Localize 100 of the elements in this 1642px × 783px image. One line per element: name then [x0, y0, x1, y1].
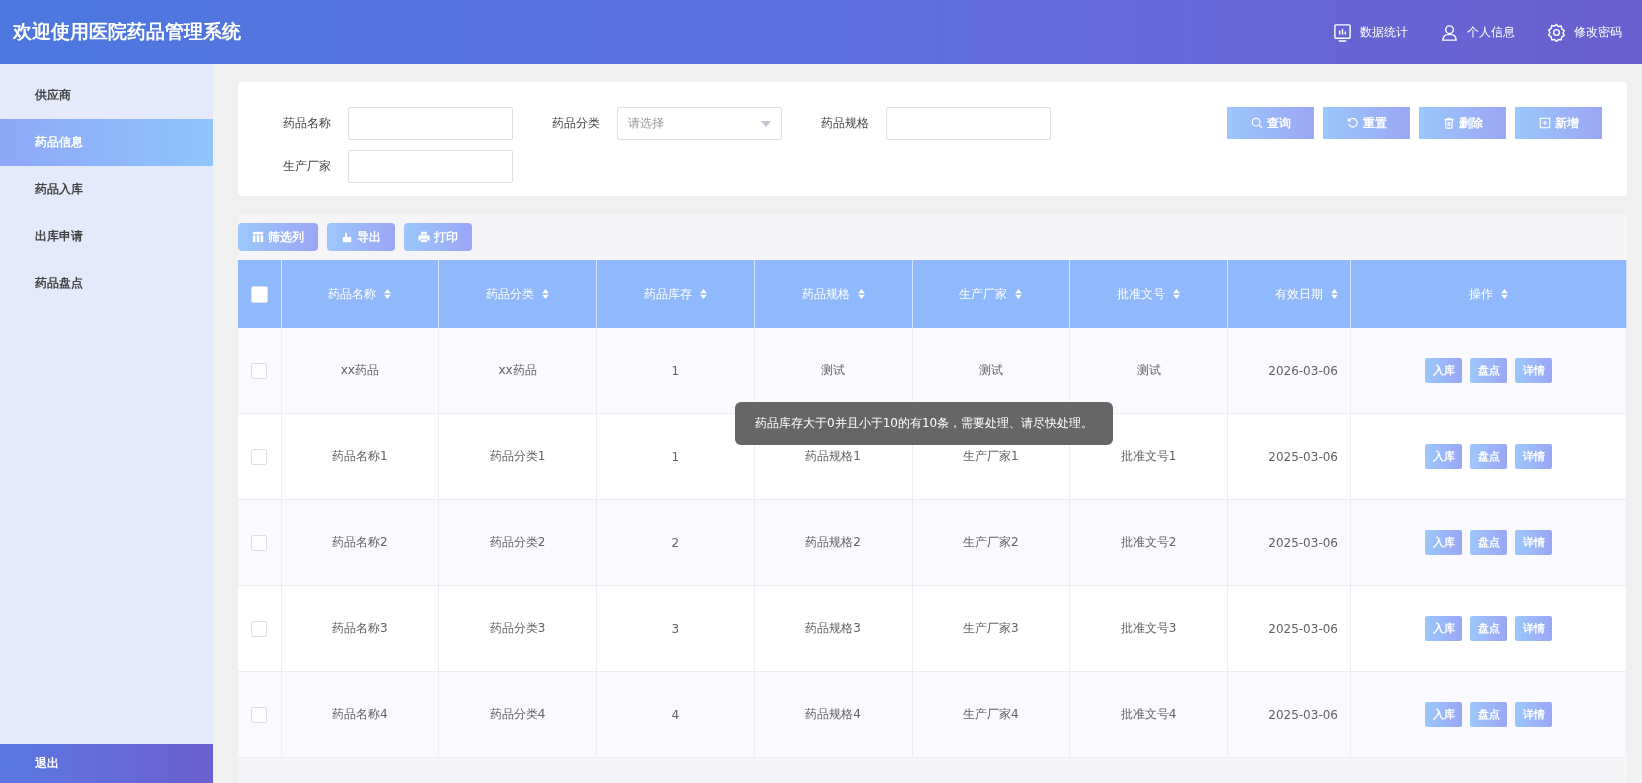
row-checkbox[interactable] — [251, 362, 268, 379]
table-cell: 2 — [671, 535, 680, 550]
logout-button[interactable]: 退出 — [0, 744, 213, 783]
input-field[interactable] — [886, 107, 1051, 140]
table-cell: 批准文号1 — [1120, 449, 1177, 463]
hand-icon — [341, 231, 353, 243]
row-action-button[interactable]: 详情 — [1515, 616, 1552, 641]
field-label: 药品规格 — [821, 115, 870, 132]
sidebar-item[interactable]: 供应商 — [0, 72, 213, 119]
table-cell: 药品分类1 — [489, 449, 546, 463]
table-cell: 1 — [671, 449, 680, 464]
column-header[interactable]: 生产厂家 — [912, 260, 1070, 328]
table-cell: 1 — [671, 363, 680, 378]
table-cell: 3 — [671, 621, 680, 636]
row-action-button[interactable]: 盘点 — [1470, 444, 1507, 469]
row-action-button[interactable]: 详情 — [1515, 702, 1552, 727]
field-label: 药品分类 — [552, 115, 601, 132]
table-cell: 药品名称3 — [332, 621, 388, 635]
table-cell: 药品名称2 — [332, 535, 388, 549]
printer-icon — [418, 231, 430, 243]
search-panel-button[interactable]: 新增 — [1515, 107, 1602, 139]
sort-icon — [1331, 289, 1338, 299]
nav-link[interactable]: 修改密码 — [1547, 22, 1622, 42]
table-cell: 测试 — [821, 363, 846, 377]
row-checkbox[interactable] — [251, 620, 268, 637]
column-header[interactable]: 批准文号 — [1069, 260, 1228, 328]
add-icon — [1538, 117, 1551, 129]
toast-message: 药品库存大于0并且小于10的有10条，需要处理、请尽快处理。 — [735, 402, 1114, 445]
nav-link[interactable]: 数据统计 — [1333, 22, 1408, 42]
refresh-icon — [1346, 117, 1359, 129]
row-action-button[interactable]: 盘点 — [1470, 702, 1507, 727]
sort-icon — [857, 289, 865, 299]
chart-icon — [1333, 22, 1352, 42]
row-action-button[interactable]: 入库 — [1425, 530, 1462, 555]
table-cell: 药品规格4 — [805, 707, 861, 721]
select-all-checkbox[interactable] — [250, 285, 268, 303]
row-checkbox[interactable] — [251, 448, 268, 465]
row-checkbox[interactable] — [251, 534, 268, 551]
field-label: 药品名称 — [283, 115, 332, 132]
table-cell: 批准文号4 — [1120, 707, 1177, 721]
row-action-button[interactable]: 详情 — [1515, 530, 1552, 555]
table-cell: 药品分类4 — [489, 707, 546, 721]
toolbar-button[interactable]: 打印 — [404, 223, 472, 251]
search-panel-button[interactable]: 查询 — [1227, 107, 1314, 139]
row-checkbox[interactable] — [251, 706, 268, 723]
toolbar-button[interactable]: 导出 — [327, 223, 395, 251]
table-cell: 2025-03-06 — [1268, 449, 1338, 464]
category-select[interactable]: 请选择 — [617, 107, 782, 140]
column-header[interactable]: 药品规格 — [754, 260, 912, 328]
column-header[interactable]: 有效日期 — [1227, 260, 1351, 328]
column-header[interactable]: 药品名称 — [281, 260, 439, 328]
sort-icon — [384, 289, 392, 299]
row-action-button[interactable]: 入库 — [1425, 358, 1462, 383]
toolbar-button[interactable]: 筛选列 — [238, 223, 318, 251]
column-header[interactable]: 药品库存 — [596, 260, 755, 328]
sidebar-item[interactable]: 药品入库 — [0, 166, 213, 213]
table-cell: 生产厂家2 — [963, 535, 1019, 549]
row-action-button[interactable]: 入库 — [1425, 702, 1462, 727]
table-cell: 药品分类3 — [489, 621, 546, 635]
table-cell: 测试 — [978, 363, 1003, 377]
table-cell: 生产厂家1 — [963, 449, 1019, 463]
row-action-button[interactable]: 入库 — [1425, 616, 1462, 641]
input-field[interactable] — [348, 150, 513, 183]
row-action-button[interactable]: 详情 — [1515, 358, 1552, 383]
table-cell: 2025-03-06 — [1268, 707, 1338, 722]
sort-icon — [1173, 289, 1181, 299]
columns-icon — [252, 231, 264, 243]
search-icon — [1250, 117, 1263, 129]
table-cell: 生产厂家3 — [963, 621, 1019, 635]
table-cell: 2025-03-06 — [1268, 621, 1338, 636]
sidebar-item[interactable]: 出库申请 — [0, 213, 213, 260]
row-action-button[interactable]: 盘点 — [1470, 616, 1507, 641]
row-action-button[interactable]: 入库 — [1425, 444, 1462, 469]
app-title: 欢迎使用医院药品管理系统 — [13, 19, 241, 44]
caret-icon — [761, 120, 771, 127]
row-action-button[interactable]: 详情 — [1515, 444, 1552, 469]
table-cell: 药品名称4 — [332, 707, 388, 721]
search-panel-button[interactable]: 重置 — [1323, 107, 1410, 139]
table-cell: 药品名称1 — [332, 449, 388, 463]
input-field[interactable] — [348, 107, 513, 140]
sort-icon — [699, 289, 707, 299]
row-action-button[interactable]: 盘点 — [1470, 530, 1507, 555]
table-cell: xx药品 — [498, 363, 537, 377]
sidebar-item[interactable]: 药品盘点 — [0, 260, 213, 307]
field-label: 生产厂家 — [283, 158, 332, 175]
trash-icon — [1442, 117, 1455, 129]
column-header[interactable]: 药品分类 — [438, 260, 597, 328]
table-cell: 药品规格2 — [805, 535, 861, 549]
sort-icon — [1015, 289, 1023, 299]
sort-icon — [542, 289, 550, 299]
nav-link[interactable]: 个人信息 — [1440, 22, 1515, 42]
search-panel-button[interactable]: 删除 — [1419, 107, 1506, 139]
row-action-button[interactable]: 盘点 — [1470, 358, 1507, 383]
table-cell: 批准文号3 — [1120, 621, 1177, 635]
sidebar-item[interactable]: 药品信息 — [0, 119, 213, 166]
table-cell: 2025-03-06 — [1268, 535, 1338, 550]
settings-icon — [1547, 22, 1566, 42]
table-cell: 药品分类2 — [489, 535, 546, 549]
table-cell: 药品规格3 — [805, 621, 861, 635]
column-header[interactable]: 操作 — [1350, 260, 1627, 328]
